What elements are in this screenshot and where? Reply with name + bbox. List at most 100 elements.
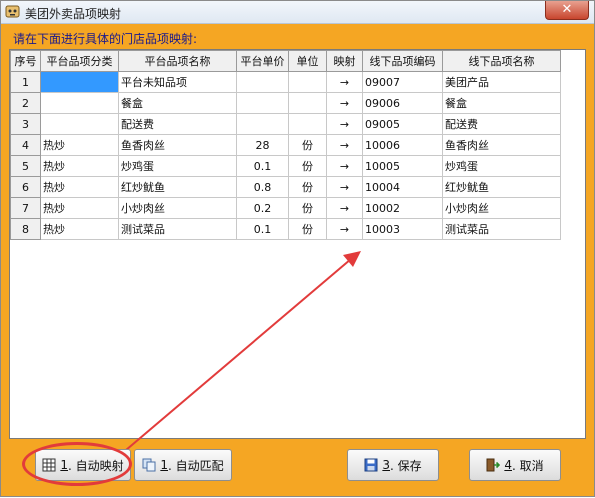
- unit-cell[interactable]: [288, 92, 327, 114]
- cancel-button[interactable]: 4. 取消: [469, 449, 561, 481]
- app-icon: [5, 4, 20, 19]
- map-cell[interactable]: →: [326, 113, 363, 135]
- col-header-unit[interactable]: 单位: [288, 50, 327, 72]
- name-cell[interactable]: 平台未知品项: [118, 71, 237, 93]
- row-number[interactable]: 8: [10, 218, 41, 240]
- close-icon: ✕: [561, 2, 573, 17]
- row-number[interactable]: 4: [10, 134, 41, 156]
- col-header-map[interactable]: 映射: [326, 50, 363, 72]
- name-cell[interactable]: 测试菜品: [118, 218, 237, 240]
- table-row[interactable]: 2 餐盒 → 09006 餐盒: [10, 92, 561, 114]
- save-label: . 保存: [390, 458, 422, 473]
- instruction-text: 请在下面进行具体的门店品项映射:: [13, 32, 198, 46]
- map-cell[interactable]: →: [326, 197, 363, 219]
- map-cell[interactable]: →: [326, 155, 363, 177]
- name-cell[interactable]: 配送费: [118, 113, 237, 135]
- col-header-no[interactable]: 序号: [10, 50, 41, 72]
- offline-name-cell[interactable]: 炒鸡蛋: [442, 155, 561, 177]
- name-cell[interactable]: 餐盒: [118, 92, 237, 114]
- code-cell[interactable]: 10002: [362, 197, 443, 219]
- col-header-category[interactable]: 平台品项分类: [40, 50, 119, 72]
- auto-match-hotkey: 1: [160, 458, 168, 472]
- offline-name-cell[interactable]: 小炒肉丝: [442, 197, 561, 219]
- auto-match-button[interactable]: 1. 自动匹配: [134, 449, 232, 481]
- mapping-grid[interactable]: 序号 平台品项分类 平台品项名称 平台单价 单位 映射 线下品项编码 线下品项名…: [9, 49, 586, 439]
- unit-cell[interactable]: 份: [288, 176, 327, 198]
- price-cell[interactable]: 0.1: [236, 218, 289, 240]
- table-row[interactable]: 5 热炒 炒鸡蛋 0.1 份 → 10005 炒鸡蛋: [10, 155, 561, 177]
- category-cell[interactable]: 热炒: [40, 155, 119, 177]
- name-cell[interactable]: 鱼香肉丝: [118, 134, 237, 156]
- offline-name-cell[interactable]: 测试菜品: [442, 218, 561, 240]
- name-cell[interactable]: 炒鸡蛋: [118, 155, 237, 177]
- code-cell[interactable]: 09006: [362, 92, 443, 114]
- title-bar: 美团外卖品项映射 ✕: [1, 1, 594, 24]
- table-row[interactable]: 3 配送费 → 09005 配送费: [10, 113, 561, 135]
- name-cell[interactable]: 小炒肉丝: [118, 197, 237, 219]
- cancel-hotkey: 4: [504, 458, 512, 472]
- category-cell[interactable]: [40, 113, 119, 135]
- price-cell[interactable]: 28: [236, 134, 289, 156]
- row-number[interactable]: 2: [10, 92, 41, 114]
- unit-cell[interactable]: 份: [288, 197, 327, 219]
- price-cell[interactable]: [236, 71, 289, 93]
- code-cell[interactable]: 10005: [362, 155, 443, 177]
- auto-match-label: . 自动匹配: [168, 458, 224, 473]
- table-row[interactable]: 4 热炒 鱼香肉丝 28 份 → 10006 鱼香肉丝: [10, 134, 561, 156]
- category-cell[interactable]: 热炒: [40, 197, 119, 219]
- save-button[interactable]: 3. 保存: [347, 449, 439, 481]
- map-cell[interactable]: →: [326, 92, 363, 114]
- code-cell[interactable]: 10006: [362, 134, 443, 156]
- row-number[interactable]: 6: [10, 176, 41, 198]
- category-cell[interactable]: [40, 92, 119, 114]
- offline-name-cell[interactable]: 美团产品: [442, 71, 561, 93]
- map-cell[interactable]: →: [326, 71, 363, 93]
- mapping-window: 美团外卖品项映射 ✕ 请在下面进行具体的门店品项映射: 序号 平台品项分类 平台…: [0, 0, 595, 497]
- save-hotkey: 3: [382, 458, 390, 472]
- col-header-offline-name[interactable]: 线下品项名称: [442, 50, 561, 72]
- offline-name-cell[interactable]: 鱼香肉丝: [442, 134, 561, 156]
- category-cell[interactable]: [40, 71, 119, 93]
- price-cell[interactable]: 0.2: [236, 197, 289, 219]
- table-row[interactable]: 6 热炒 红炒鱿鱼 0.8 份 → 10004 红炒鱿鱼: [10, 176, 561, 198]
- category-cell[interactable]: 热炒: [40, 218, 119, 240]
- map-cell[interactable]: →: [326, 134, 363, 156]
- unit-cell[interactable]: 份: [288, 218, 327, 240]
- unit-cell[interactable]: 份: [288, 155, 327, 177]
- price-cell[interactable]: [236, 92, 289, 114]
- category-cell[interactable]: 热炒: [40, 134, 119, 156]
- table-row[interactable]: 8 热炒 测试菜品 0.1 份 → 10003 测试菜品: [10, 218, 561, 240]
- unit-cell[interactable]: [288, 113, 327, 135]
- col-header-name[interactable]: 平台品项名称: [118, 50, 237, 72]
- copy-icon: [142, 458, 156, 472]
- row-number[interactable]: 7: [10, 197, 41, 219]
- row-number[interactable]: 5: [10, 155, 41, 177]
- code-cell[interactable]: 09007: [362, 71, 443, 93]
- offline-name-cell[interactable]: 红炒鱿鱼: [442, 176, 561, 198]
- row-number[interactable]: 3: [10, 113, 41, 135]
- annotation-circle: [22, 442, 132, 486]
- col-header-code[interactable]: 线下品项编码: [362, 50, 443, 72]
- unit-cell[interactable]: 份: [288, 134, 327, 156]
- offline-name-cell[interactable]: 餐盒: [442, 92, 561, 114]
- code-cell[interactable]: 10004: [362, 176, 443, 198]
- cancel-label: . 取消: [512, 458, 544, 473]
- price-cell[interactable]: 0.1: [236, 155, 289, 177]
- exit-door-icon: [486, 458, 501, 472]
- price-cell[interactable]: [236, 113, 289, 135]
- map-cell[interactable]: →: [326, 218, 363, 240]
- col-header-price[interactable]: 平台单价: [236, 50, 289, 72]
- table-row[interactable]: 7 热炒 小炒肉丝 0.2 份 → 10002 小炒肉丝: [10, 197, 561, 219]
- table-row[interactable]: 1 平台未知品项 → 09007 美团产品: [10, 71, 561, 93]
- row-number[interactable]: 1: [10, 71, 41, 93]
- offline-name-cell[interactable]: 配送费: [442, 113, 561, 135]
- code-cell[interactable]: 10003: [362, 218, 443, 240]
- map-cell[interactable]: →: [326, 176, 363, 198]
- category-cell[interactable]: 热炒: [40, 176, 119, 198]
- name-cell[interactable]: 红炒鱿鱼: [118, 176, 237, 198]
- price-cell[interactable]: 0.8: [236, 176, 289, 198]
- grid-header-row: 序号 平台品项分类 平台品项名称 平台单价 单位 映射 线下品项编码 线下品项名…: [10, 50, 561, 72]
- close-button[interactable]: ✕: [545, 1, 589, 20]
- unit-cell[interactable]: [288, 71, 327, 93]
- code-cell[interactable]: 09005: [362, 113, 443, 135]
